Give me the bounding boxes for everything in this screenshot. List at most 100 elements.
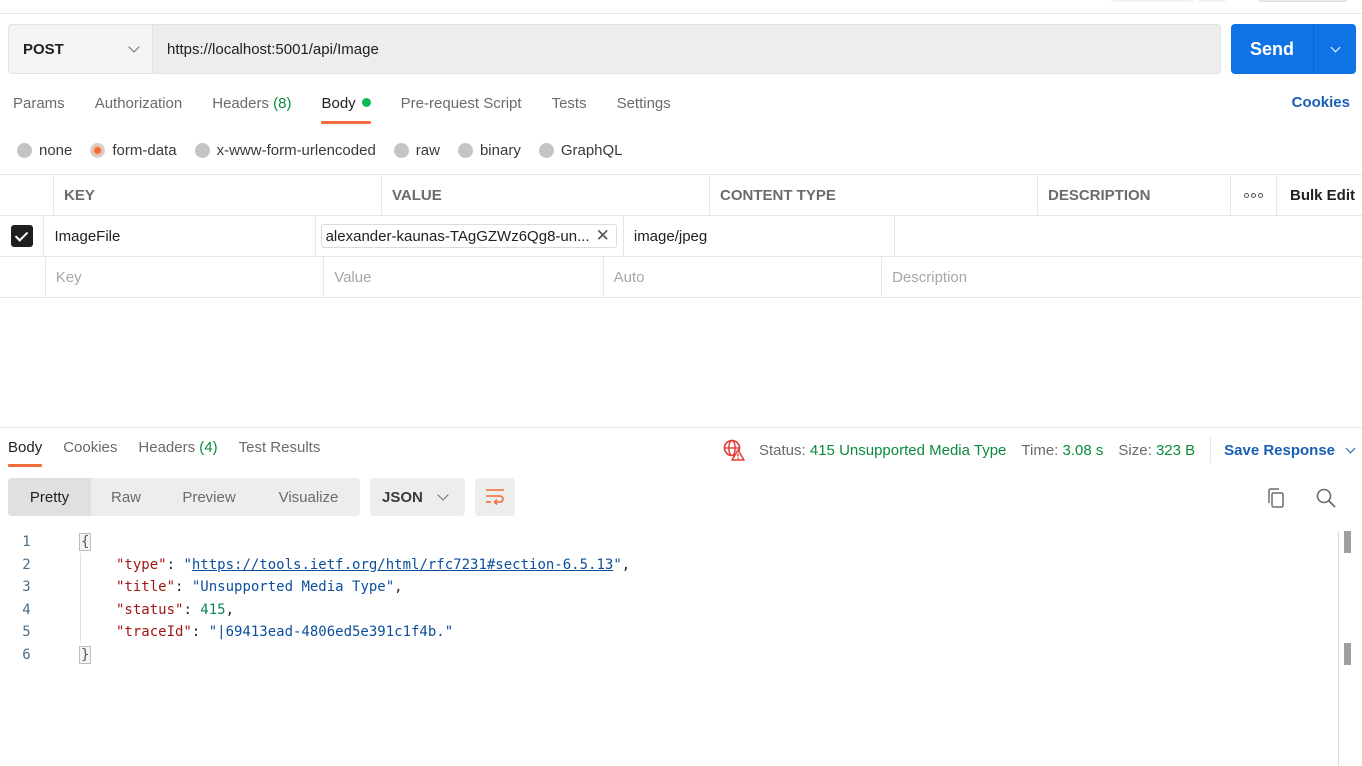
request-bar: POST: [8, 24, 1221, 74]
code-line: 6 }: [0, 644, 1336, 667]
view-mode-visualize[interactable]: Visualize: [257, 478, 360, 516]
file-name: alexander-kaunas-TAgGZWz6Qg8-un...: [325, 227, 590, 245]
tab-body[interactable]: Body: [321, 90, 371, 124]
row-enabled-checkbox[interactable]: [10, 225, 33, 247]
row-description[interactable]: [895, 216, 1362, 256]
row-content-type[interactable]: image/jpeg: [624, 216, 895, 256]
line-number: 3: [22, 579, 31, 596]
radio-circle: [393, 142, 409, 158]
format-select[interactable]: JSON: [370, 478, 465, 516]
line-number: 4: [22, 601, 31, 618]
top-strip: [0, 0, 1362, 14]
radio-binary[interactable]: binary: [457, 142, 521, 159]
body-indicator-dot: [361, 98, 371, 108]
tab-tests[interactable]: Tests: [552, 90, 587, 118]
chevron-down-icon: [437, 489, 449, 501]
file-chip[interactable]: alexander-kaunas-TAgGZWz6Qg8-un... ✕: [320, 224, 617, 248]
wrap-lines-button[interactable]: [475, 478, 515, 516]
send-button[interactable]: Send: [1231, 24, 1356, 74]
tab-pre-request-script[interactable]: Pre-request Script: [401, 90, 522, 118]
json-number: 415: [200, 601, 226, 618]
response-meta: Status: 415 Unsupported Media Type Time:…: [723, 437, 1356, 463]
response-divider[interactable]: [0, 427, 1362, 428]
tab-authorization[interactable]: Authorization: [95, 90, 183, 118]
radio-x-www-form-urlencoded[interactable]: x-www-form-urlencoded: [194, 142, 376, 159]
chevron-down-icon: [1345, 443, 1356, 453]
editor-scrollbar-track[interactable]: [1338, 531, 1339, 766]
radio-circle: [457, 142, 473, 158]
line-number: 6: [22, 646, 31, 663]
view-mode-preview[interactable]: Preview: [161, 478, 257, 516]
size-value[interactable]: 323 B: [1156, 442, 1195, 459]
row-checkbox-cell: [0, 216, 45, 256]
radio-none[interactable]: none: [17, 142, 72, 159]
json-key: "type": [116, 556, 167, 573]
method-select[interactable]: POST: [9, 25, 153, 73]
code-line: 2 "type": "https://tools.ietf.org/html/r…: [0, 554, 1336, 577]
table-row: ImageFile alexander-kaunas-TAgGZWz6Qg8-u…: [0, 216, 1362, 257]
toolbar-stub: [1197, 0, 1227, 2]
new-value-input[interactable]: Value: [324, 257, 604, 297]
radio-circle: [538, 142, 554, 158]
url-input[interactable]: [153, 25, 1220, 73]
new-key-input[interactable]: Key: [46, 257, 325, 297]
globe-warning-icon[interactable]: [723, 439, 745, 461]
view-mode-pretty[interactable]: Pretty: [8, 478, 91, 516]
headers-count: (8): [273, 95, 292, 112]
save-response-button[interactable]: Save Response: [1224, 442, 1356, 459]
tab-params[interactable]: Params: [13, 90, 65, 118]
wrap-lines-icon: [486, 489, 504, 506]
row-value-cell: alexander-kaunas-TAgGZWz6Qg8-un... ✕: [316, 216, 624, 256]
response-body-editor[interactable]: 1 { 2 "type": "https://tools.ietf.org/ht…: [0, 531, 1336, 667]
view-mode-raw[interactable]: Raw: [91, 478, 161, 516]
json-string: "|69413ead-4806ed5e391c1f4b.": [208, 624, 454, 641]
tab-headers[interactable]: Headers (8): [212, 90, 291, 118]
more-options-button[interactable]: [1231, 175, 1277, 215]
response-tab-cookies[interactable]: Cookies: [63, 434, 117, 462]
code-line: 4 "status": 415,: [0, 599, 1336, 622]
code-line: 5 "traceId": "|69413ead-4806ed5e391c1f4b…: [0, 621, 1336, 644]
radio-raw[interactable]: raw: [393, 142, 440, 159]
body-type-radios: none form-data x-www-form-urlencoded raw…: [17, 140, 641, 160]
response-headers-count: (4): [199, 439, 218, 456]
radio-graphql[interactable]: GraphQL: [538, 142, 623, 159]
toolbar-stub: [1258, 0, 1348, 2]
bulk-edit-button[interactable]: Bulk Edit: [1277, 175, 1362, 215]
cookies-link[interactable]: Cookies: [1292, 94, 1350, 111]
code-line: 1 {: [0, 531, 1336, 554]
remove-file-icon[interactable]: ✕: [596, 226, 610, 246]
line-number: 2: [22, 556, 31, 573]
divider: [1210, 437, 1212, 463]
chevron-down-icon: [1330, 42, 1340, 52]
time-value[interactable]: 3.08 s: [1063, 442, 1104, 459]
tab-settings[interactable]: Settings: [617, 90, 671, 118]
line-number: 1: [22, 534, 31, 550]
form-data-table: KEY VALUE CONTENT TYPE DESCRIPTION Bulk …: [0, 174, 1362, 298]
radio-form-data[interactable]: form-data: [90, 142, 177, 159]
send-label: Send: [1231, 24, 1314, 74]
chevron-down-icon: [128, 41, 140, 53]
response-tab-headers[interactable]: Headers (4): [138, 434, 217, 462]
radio-circle: [90, 142, 106, 158]
row-checkbox-cell: [0, 257, 46, 297]
status-label: Status:: [759, 441, 806, 459]
scrollbar-marker[interactable]: [1344, 643, 1351, 665]
json-url-link[interactable]: https://tools.ietf.org/html/rfc7231#sect…: [192, 557, 613, 573]
response-tabs: Body Cookies Headers (4) Test Results: [0, 434, 333, 467]
open-brace: {: [79, 533, 92, 551]
status-value[interactable]: 415 Unsupported Media Type: [810, 442, 1007, 459]
copy-icon[interactable]: [1264, 486, 1288, 510]
response-tab-test-results[interactable]: Test Results: [239, 434, 321, 462]
close-brace: }: [79, 645, 92, 664]
table-header-row: KEY VALUE CONTENT TYPE DESCRIPTION Bulk …: [0, 175, 1362, 216]
scrollbar-marker[interactable]: [1344, 531, 1351, 553]
row-key[interactable]: ImageFile: [44, 216, 316, 256]
code-line: 3 "title": "Unsupported Media Type",: [0, 576, 1336, 599]
send-options-dropdown[interactable]: [1314, 24, 1356, 74]
json-string: "Unsupported Media Type": [191, 579, 395, 596]
search-icon[interactable]: [1314, 486, 1338, 510]
response-tab-body[interactable]: Body: [8, 434, 43, 467]
new-description-input[interactable]: Description: [882, 257, 1362, 297]
new-content-type-input[interactable]: Auto: [604, 257, 883, 297]
radio-circle: [194, 142, 210, 158]
